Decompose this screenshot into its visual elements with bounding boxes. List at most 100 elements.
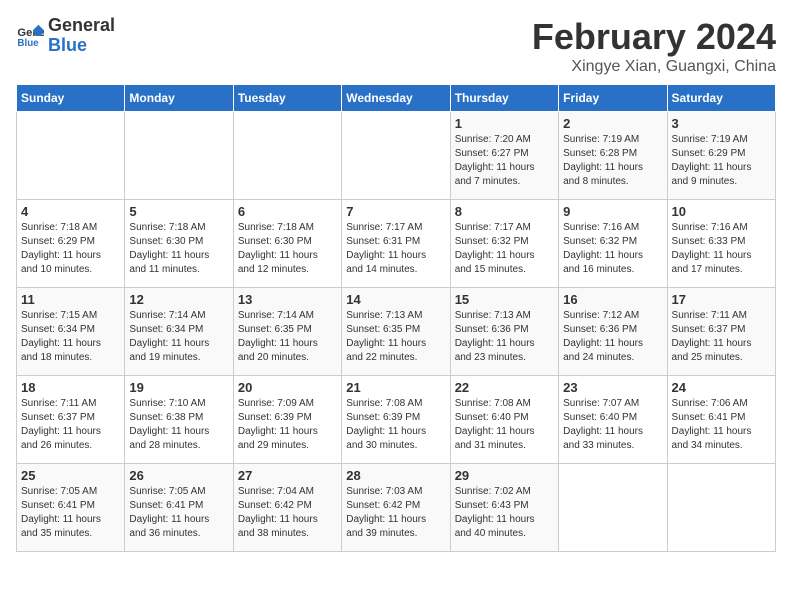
day-number: 24 [672, 380, 771, 395]
day-number: 1 [455, 116, 554, 131]
day-number: 19 [129, 380, 228, 395]
logo-blue: Blue [48, 36, 115, 56]
calendar-cell: 28 Sunrise: 7:03 AM Sunset: 6:42 PM Dayli… [342, 464, 450, 552]
calendar-week-1: 1 Sunrise: 7:20 AM Sunset: 6:27 PM Daylig… [17, 112, 776, 200]
day-info: Sunrise: 7:14 AM Sunset: 6:35 PM Dayligh… [238, 309, 337, 365]
calendar-cell [17, 112, 125, 200]
day-number: 14 [346, 292, 445, 307]
calendar-cell: 5 Sunrise: 7:18 AM Sunset: 6:30 PM Daylig… [125, 200, 233, 288]
day-info: Sunrise: 7:19 AM Sunset: 6:28 PM Dayligh… [563, 133, 662, 189]
day-number: 13 [238, 292, 337, 307]
calendar-cell: 27 Sunrise: 7:04 AM Sunset: 6:42 PM Dayli… [233, 464, 341, 552]
calendar-cell [559, 464, 667, 552]
day-number: 21 [346, 380, 445, 395]
day-number: 26 [129, 468, 228, 483]
calendar-cell: 3 Sunrise: 7:19 AM Sunset: 6:29 PM Daylig… [667, 112, 775, 200]
day-number: 11 [21, 292, 120, 307]
header-thursday: Thursday [450, 85, 558, 112]
day-info: Sunrise: 7:15 AM Sunset: 6:34 PM Dayligh… [21, 309, 120, 365]
day-info: Sunrise: 7:07 AM Sunset: 6:40 PM Dayligh… [563, 397, 662, 453]
calendar-cell: 25 Sunrise: 7:05 AM Sunset: 6:41 PM Dayli… [17, 464, 125, 552]
day-info: Sunrise: 7:17 AM Sunset: 6:31 PM Dayligh… [346, 221, 445, 277]
day-number: 2 [563, 116, 662, 131]
calendar-cell: 17 Sunrise: 7:11 AM Sunset: 6:37 PM Dayli… [667, 288, 775, 376]
logo-icon: General Blue [16, 22, 44, 50]
day-number: 16 [563, 292, 662, 307]
calendar-week-3: 11 Sunrise: 7:15 AM Sunset: 6:34 PM Dayli… [17, 288, 776, 376]
calendar-cell: 13 Sunrise: 7:14 AM Sunset: 6:35 PM Dayli… [233, 288, 341, 376]
calendar-cell: 29Sunrise: 7:02 AM Sunset: 6:43 PM Dayli… [450, 464, 558, 552]
calendar-cell: 8 Sunrise: 7:17 AM Sunset: 6:32 PM Daylig… [450, 200, 558, 288]
day-info: Sunrise: 7:13 AM Sunset: 6:36 PM Dayligh… [455, 309, 554, 365]
day-info: Sunrise: 7:18 AM Sunset: 6:30 PM Dayligh… [238, 221, 337, 277]
header-saturday: Saturday [667, 85, 775, 112]
calendar-cell: 11 Sunrise: 7:15 AM Sunset: 6:34 PM Dayli… [17, 288, 125, 376]
day-info: Sunrise: 7:18 AM Sunset: 6:30 PM Dayligh… [129, 221, 228, 277]
page-header: General Blue General Blue February 2024 … [16, 16, 776, 76]
calendar-cell [233, 112, 341, 200]
calendar-cell [125, 112, 233, 200]
day-info: Sunrise: 7:05 AM Sunset: 6:41 PM Dayligh… [129, 485, 228, 541]
day-info: Sunrise: 7:16 AM Sunset: 6:33 PM Dayligh… [672, 221, 771, 277]
day-info: Sunrise: 7:09 AM Sunset: 6:39 PM Dayligh… [238, 397, 337, 453]
calendar-cell [667, 464, 775, 552]
calendar-cell [342, 112, 450, 200]
calendar-cell: 22 Sunrise: 7:08 AM Sunset: 6:40 PM Dayli… [450, 376, 558, 464]
day-number: 29 [455, 468, 554, 483]
calendar-header-row: SundayMondayTuesdayWednesdayThursdayFrid… [17, 85, 776, 112]
logo: General Blue General Blue [16, 16, 115, 56]
day-number: 25 [21, 468, 120, 483]
day-number: 28 [346, 468, 445, 483]
calendar-cell: 23 Sunrise: 7:07 AM Sunset: 6:40 PM Dayli… [559, 376, 667, 464]
day-info: Sunrise: 7:14 AM Sunset: 6:34 PM Dayligh… [129, 309, 228, 365]
day-info: Sunrise: 7:17 AM Sunset: 6:32 PM Dayligh… [455, 221, 554, 277]
day-number: 8 [455, 204, 554, 219]
day-info: Sunrise: 7:08 AM Sunset: 6:39 PM Dayligh… [346, 397, 445, 453]
day-info: Sunrise: 7:06 AM Sunset: 6:41 PM Dayligh… [672, 397, 771, 453]
calendar-cell: 4 Sunrise: 7:18 AM Sunset: 6:29 PM Daylig… [17, 200, 125, 288]
day-number: 22 [455, 380, 554, 395]
day-number: 18 [21, 380, 120, 395]
day-number: 27 [238, 468, 337, 483]
calendar-cell: 26 Sunrise: 7:05 AM Sunset: 6:41 PM Dayli… [125, 464, 233, 552]
calendar-cell: 18 Sunrise: 7:11 AM Sunset: 6:37 PM Dayli… [17, 376, 125, 464]
day-number: 15 [455, 292, 554, 307]
day-number: 7 [346, 204, 445, 219]
calendar-cell: 10Sunrise: 7:16 AM Sunset: 6:33 PM Dayli… [667, 200, 775, 288]
day-info: Sunrise: 7:16 AM Sunset: 6:32 PM Dayligh… [563, 221, 662, 277]
day-number: 4 [21, 204, 120, 219]
day-info: Sunrise: 7:05 AM Sunset: 6:41 PM Dayligh… [21, 485, 120, 541]
header-tuesday: Tuesday [233, 85, 341, 112]
day-number: 9 [563, 204, 662, 219]
calendar-cell: 15 Sunrise: 7:13 AM Sunset: 6:36 PM Dayli… [450, 288, 558, 376]
day-number: 17 [672, 292, 771, 307]
day-info: Sunrise: 7:11 AM Sunset: 6:37 PM Dayligh… [21, 397, 120, 453]
calendar-cell: 20 Sunrise: 7:09 AM Sunset: 6:39 PM Dayli… [233, 376, 341, 464]
calendar-cell: 24 Sunrise: 7:06 AM Sunset: 6:41 PM Dayli… [667, 376, 775, 464]
calendar-cell: 16 Sunrise: 7:12 AM Sunset: 6:36 PM Dayli… [559, 288, 667, 376]
day-info: Sunrise: 7:20 AM Sunset: 6:27 PM Dayligh… [455, 133, 554, 189]
day-number: 23 [563, 380, 662, 395]
day-info: Sunrise: 7:11 AM Sunset: 6:37 PM Dayligh… [672, 309, 771, 365]
day-info: Sunrise: 7:04 AM Sunset: 6:42 PM Dayligh… [238, 485, 337, 541]
day-number: 20 [238, 380, 337, 395]
calendar-cell: 19 Sunrise: 7:10 AM Sunset: 6:38 PM Dayli… [125, 376, 233, 464]
day-info: Sunrise: 7:19 AM Sunset: 6:29 PM Dayligh… [672, 133, 771, 189]
day-info: Sunrise: 7:10 AM Sunset: 6:38 PM Dayligh… [129, 397, 228, 453]
day-info: Sunrise: 7:18 AM Sunset: 6:29 PM Dayligh… [21, 221, 120, 277]
calendar-cell: 6Sunrise: 7:18 AM Sunset: 6:30 PM Daylig… [233, 200, 341, 288]
day-number: 12 [129, 292, 228, 307]
day-info: Sunrise: 7:08 AM Sunset: 6:40 PM Dayligh… [455, 397, 554, 453]
header-monday: Monday [125, 85, 233, 112]
calendar-cell: 2 Sunrise: 7:19 AM Sunset: 6:28 PM Daylig… [559, 112, 667, 200]
calendar-week-2: 4 Sunrise: 7:18 AM Sunset: 6:29 PM Daylig… [17, 200, 776, 288]
logo-general: General [48, 16, 115, 36]
header-friday: Friday [559, 85, 667, 112]
day-info: Sunrise: 7:03 AM Sunset: 6:42 PM Dayligh… [346, 485, 445, 541]
calendar-title: February 2024 [532, 16, 776, 58]
day-number: 5 [129, 204, 228, 219]
svg-text:Blue: Blue [17, 38, 39, 49]
header-sunday: Sunday [17, 85, 125, 112]
day-number: 3 [672, 116, 771, 131]
day-info: Sunrise: 7:12 AM Sunset: 6:36 PM Dayligh… [563, 309, 662, 365]
